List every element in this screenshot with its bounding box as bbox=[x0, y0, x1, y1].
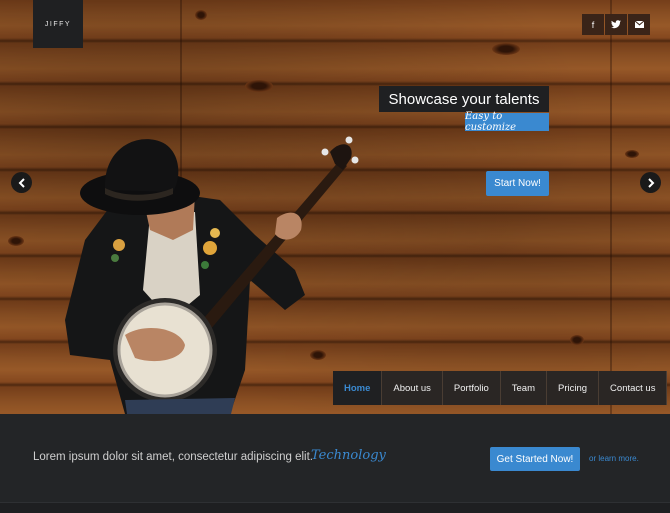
site-logo[interactable]: JIFFY bbox=[33, 0, 83, 48]
footer-divider bbox=[0, 502, 670, 513]
hero-subtag: Easy to customize bbox=[465, 111, 549, 133]
twitter-icon[interactable] bbox=[605, 14, 627, 35]
facebook-icon[interactable]: f bbox=[582, 14, 604, 35]
wood-knot bbox=[195, 10, 207, 20]
start-now-button[interactable]: Start Now! bbox=[486, 171, 549, 196]
chevron-left-icon[interactable] bbox=[11, 172, 32, 193]
nav-item-portfolio[interactable]: Portfolio bbox=[443, 371, 501, 405]
nav-item-pricing[interactable]: Pricing bbox=[547, 371, 600, 405]
main-nav: Home About us Portfolio Team Pricing Con… bbox=[333, 371, 668, 405]
hero-tagline: Showcase your talents bbox=[379, 86, 549, 112]
learn-more-link[interactable]: or learn more. bbox=[589, 454, 639, 463]
get-started-button[interactable]: Get Started Now! bbox=[490, 447, 580, 471]
wood-knot bbox=[8, 236, 24, 246]
band-text: Lorem ipsum dolor sit amet, consectetur … bbox=[33, 451, 313, 463]
wood-knot bbox=[625, 150, 639, 158]
band-script-text: Technology bbox=[311, 448, 386, 463]
nav-item-about[interactable]: About us bbox=[382, 371, 443, 405]
nav-item-team[interactable]: Team bbox=[501, 371, 547, 405]
wood-knot bbox=[492, 43, 520, 55]
hero-banner bbox=[0, 0, 670, 414]
wood-knot bbox=[570, 335, 584, 345]
nav-item-contact[interactable]: Contact us bbox=[599, 371, 668, 405]
mail-icon[interactable] bbox=[628, 14, 650, 35]
chevron-right-icon[interactable] bbox=[640, 172, 661, 193]
social-links: f bbox=[581, 14, 650, 35]
nav-item-home[interactable]: Home bbox=[333, 371, 383, 405]
wood-knot bbox=[245, 80, 273, 92]
musician-image bbox=[65, 136, 359, 414]
